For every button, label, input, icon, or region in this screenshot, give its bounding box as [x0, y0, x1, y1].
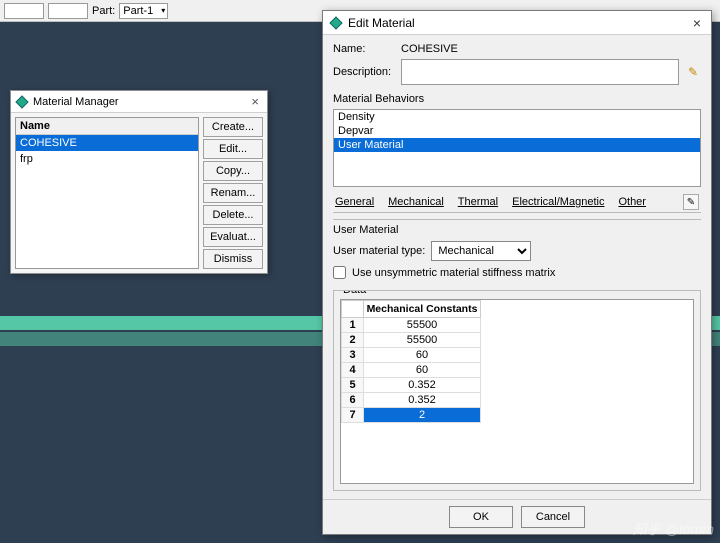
row-index: 5 — [342, 378, 364, 393]
behavior-user-material[interactable]: User Material — [334, 138, 700, 152]
table-row[interactable]: 60.352 — [342, 393, 481, 408]
table-row[interactable]: 50.352 — [342, 378, 481, 393]
description-input[interactable] — [401, 59, 679, 85]
name-field-row: Name: COHESIVE — [333, 43, 701, 55]
ok-button[interactable]: OK — [449, 506, 513, 528]
spinner-1[interactable] — [4, 3, 44, 19]
behavior-depvar[interactable]: Depvar — [334, 124, 700, 138]
data-group: Mechanical Constants 1555002555003604605… — [333, 290, 701, 491]
tab-thermal[interactable]: Thermal — [458, 196, 498, 208]
part-combo[interactable]: Part-1 — [119, 3, 168, 19]
user-material-panel: User Material User material type: Mechan… — [333, 219, 701, 491]
pencil-icon[interactable]: ✎ — [683, 194, 699, 210]
rename-button[interactable]: Renam... — [203, 183, 263, 203]
row-value[interactable]: 60 — [364, 363, 481, 378]
material-row-cohesive[interactable]: COHESIVE — [16, 135, 198, 151]
row-index: 7 — [342, 408, 364, 423]
edit-material-footer: OK Cancel — [323, 499, 711, 534]
material-list-header: Name — [16, 118, 198, 135]
table-row[interactable]: 72 — [342, 408, 481, 423]
spinner-2[interactable] — [48, 3, 88, 19]
edit-material-title: Edit Material — [348, 16, 684, 30]
part-combo-value: Part-1 — [123, 5, 153, 17]
user-material-type-select[interactable]: Mechanical — [431, 241, 531, 261]
tab-electrical-magnetic[interactable]: Electrical/Magnetic — [512, 196, 604, 208]
create-button[interactable]: Create... — [203, 117, 263, 137]
row-value[interactable]: 60 — [364, 348, 481, 363]
constants-header: Mechanical Constants — [364, 301, 481, 318]
constants-table-wrap[interactable]: Mechanical Constants 1555002555003604605… — [340, 299, 694, 484]
user-material-type-label: User material type: — [333, 245, 425, 257]
row-value[interactable]: 0.352 — [364, 393, 481, 408]
app-icon — [329, 16, 343, 30]
description-field-row: Description: ✎ — [333, 59, 701, 85]
edit-material-titlebar: Edit Material × — [323, 11, 711, 35]
material-manager-titlebar: Material Manager × — [11, 91, 267, 113]
dismiss-button[interactable]: Dismiss — [203, 249, 263, 269]
table-row[interactable]: 255500 — [342, 333, 481, 348]
row-index: 3 — [342, 348, 364, 363]
name-label: Name: — [333, 43, 395, 55]
table-row[interactable]: 460 — [342, 363, 481, 378]
material-list[interactable]: Name COHESIVE frp — [15, 117, 199, 269]
evaluate-button[interactable]: Evaluat... — [203, 227, 263, 247]
close-icon[interactable]: × — [247, 94, 263, 109]
user-material-type-row: User material type: Mechanical — [333, 241, 701, 261]
delete-button[interactable]: Delete... — [203, 205, 263, 225]
unsymmetric-checkbox[interactable] — [333, 266, 346, 279]
material-manager-title: Material Manager — [33, 96, 243, 108]
row-value[interactable]: 2 — [364, 408, 481, 423]
app-icon — [15, 95, 29, 109]
behavior-density[interactable]: Density — [334, 110, 700, 124]
name-value: COHESIVE — [401, 43, 458, 55]
row-value[interactable]: 0.352 — [364, 378, 481, 393]
material-manager-window: Material Manager × Name COHESIVE frp Cre… — [10, 90, 268, 274]
material-row-frp[interactable]: frp — [16, 151, 198, 167]
part-label: Part: — [92, 5, 115, 17]
user-material-heading: User Material — [333, 224, 701, 236]
edit-material-body: Name: COHESIVE Description: ✎ Material B… — [323, 35, 711, 499]
row-index: 6 — [342, 393, 364, 408]
row-index: 2 — [342, 333, 364, 348]
table-row[interactable]: 360 — [342, 348, 481, 363]
material-category-tabs: General Mechanical Thermal Electrical/Ma… — [333, 191, 701, 213]
cancel-button[interactable]: Cancel — [521, 506, 585, 528]
row-index: 4 — [342, 363, 364, 378]
material-manager-body: Name COHESIVE frp Create... Edit... Copy… — [11, 113, 267, 273]
behaviors-list[interactable]: Density Depvar User Material — [333, 109, 701, 187]
unsymmetric-row: Use unsymmetric material stiffness matri… — [333, 266, 701, 279]
description-label: Description: — [333, 66, 395, 78]
edit-material-window: Edit Material × Name: COHESIVE Descripti… — [322, 10, 712, 535]
tab-other[interactable]: Other — [618, 196, 646, 208]
copy-button[interactable]: Copy... — [203, 161, 263, 181]
table-row[interactable]: 155500 — [342, 318, 481, 333]
unsymmetric-label: Use unsymmetric material stiffness matri… — [352, 267, 555, 279]
behaviors-label: Material Behaviors — [333, 93, 701, 105]
material-manager-buttons: Create... Edit... Copy... Renam... Delet… — [203, 117, 263, 269]
tab-general[interactable]: General — [335, 196, 374, 208]
constants-table: Mechanical Constants 1555002555003604605… — [341, 300, 481, 423]
tab-mechanical[interactable]: Mechanical — [388, 196, 444, 208]
row-value[interactable]: 55500 — [364, 318, 481, 333]
row-index: 1 — [342, 318, 364, 333]
pencil-icon[interactable]: ✎ — [685, 64, 701, 80]
row-value[interactable]: 55500 — [364, 333, 481, 348]
close-icon[interactable]: × — [689, 15, 705, 31]
edit-button[interactable]: Edit... — [203, 139, 263, 159]
